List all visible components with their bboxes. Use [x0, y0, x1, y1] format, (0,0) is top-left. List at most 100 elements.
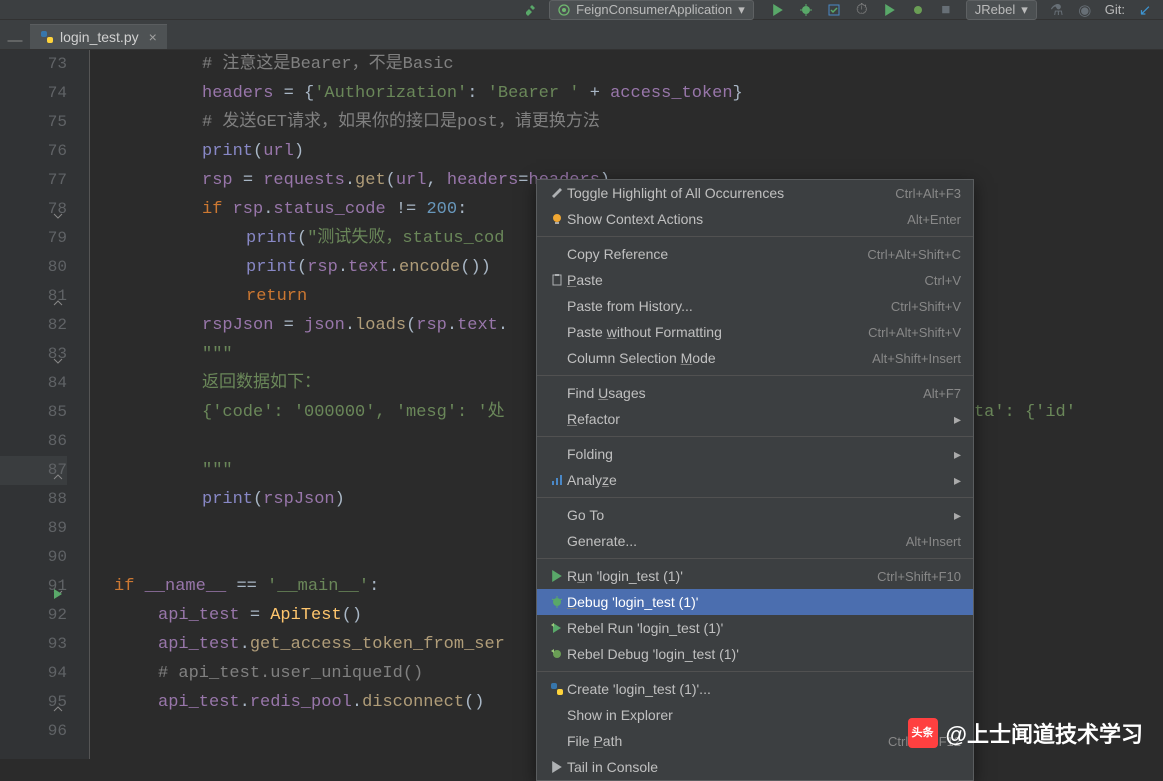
menu-item[interactable]: Refactor▸	[537, 406, 973, 432]
menu-item[interactable]: Show Context ActionsAlt+Enter	[537, 206, 973, 232]
menu-item-label: Rebel Debug 'login_test (1)'	[567, 646, 961, 662]
line-number: 74	[0, 79, 67, 108]
line-number: 78	[0, 195, 67, 224]
menu-item[interactable]: Create 'login_test (1)'...	[537, 676, 973, 702]
tab-filename: login_test.py	[60, 29, 139, 45]
collapse-icon[interactable]: —	[0, 32, 30, 49]
menu-item-label: Run 'login_test (1)'	[567, 568, 877, 584]
menu-shortcut: Alt+Enter	[907, 212, 961, 227]
submenu-arrow-icon: ▸	[954, 472, 961, 489]
menu-item-label: Find Usages	[567, 385, 923, 401]
debug-icon[interactable]	[798, 2, 814, 18]
menu-item[interactable]: Column Selection ModeAlt+Shift+Insert	[537, 345, 973, 371]
menu-shortcut: Ctrl+V	[925, 273, 961, 288]
menu-separator	[537, 436, 973, 437]
jrebel-label: JRebel	[975, 2, 1015, 17]
watermark: 头条 @上士闻道技术学习	[908, 717, 1143, 749]
run-icon[interactable]	[770, 2, 786, 18]
debug-icon	[547, 595, 567, 609]
run-config-selector[interactable]: FeignConsumerApplication ▾	[549, 0, 754, 20]
analyze-icon	[547, 473, 567, 487]
menu-item[interactable]: Folding▸	[537, 441, 973, 467]
hammer-icon[interactable]	[523, 2, 539, 18]
profile-icon[interactable]: ⏱	[854, 2, 870, 18]
context-menu: Toggle Highlight of All OccurrencesCtrl+…	[536, 179, 974, 781]
avatar-icon[interactable]: ◉	[1077, 2, 1093, 18]
submenu-arrow-icon: ▸	[954, 411, 961, 428]
gutter: 7374757677787980818283848586878889909192…	[0, 50, 90, 759]
menu-item[interactable]: Copy ReferenceCtrl+Alt+Shift+C	[537, 241, 973, 267]
menu-item-label: Rebel Run 'login_test (1)'	[567, 620, 961, 636]
fold-icon[interactable]	[53, 290, 63, 300]
run-config-label: FeignConsumerApplication	[576, 2, 732, 17]
rebel-icon	[547, 621, 567, 635]
menu-item-label: Tail in Console	[567, 759, 961, 775]
line-number: 87	[0, 456, 67, 485]
menu-separator	[537, 375, 973, 376]
coverage-icon[interactable]	[826, 2, 842, 18]
menu-item-label: Show Context Actions	[567, 211, 907, 227]
menu-item-label: Folding	[567, 446, 954, 462]
menu-item[interactable]: Run 'login_test (1)'Ctrl+Shift+F10	[537, 563, 973, 589]
run-icon	[547, 570, 567, 582]
menu-shortcut: Alt+F7	[923, 386, 961, 401]
line-number: 92	[0, 601, 67, 630]
menu-item[interactable]: Find UsagesAlt+F7	[537, 380, 973, 406]
line-number: 75	[0, 108, 67, 137]
git-update-icon[interactable]: ↙	[1137, 2, 1153, 18]
menu-item[interactable]: Go To▸	[537, 502, 973, 528]
menu-item[interactable]: Toggle Highlight of All OccurrencesCtrl+…	[537, 180, 973, 206]
rebel-debug-icon[interactable]	[910, 2, 926, 18]
menu-item[interactable]: Paste without FormattingCtrl+Alt+Shift+V	[537, 319, 973, 345]
line-number: 91	[0, 572, 67, 601]
fold-icon[interactable]	[53, 348, 63, 358]
menu-item-label: Copy Reference	[567, 246, 867, 262]
menu-shortcut: Ctrl+Shift+V	[891, 299, 961, 314]
menu-item[interactable]: Paste from History...Ctrl+Shift+V	[537, 293, 973, 319]
line-number: 81	[0, 282, 67, 311]
menu-item-label: Create 'login_test (1)'...	[567, 681, 961, 697]
menu-shortcut: Alt+Shift+Insert	[872, 351, 961, 366]
line-number: 76	[0, 137, 67, 166]
menu-item[interactable]: Generate...Alt+Insert	[537, 528, 973, 554]
menu-item-label: Show in Explorer	[567, 707, 961, 723]
fold-icon[interactable]	[53, 696, 63, 706]
close-icon[interactable]: ×	[149, 29, 157, 45]
line-number: 82	[0, 311, 67, 340]
fold-icon[interactable]	[53, 203, 63, 213]
line-number: 83	[0, 340, 67, 369]
menu-item[interactable]: PasteCtrl+V	[537, 267, 973, 293]
line-number: 73	[0, 50, 67, 79]
menu-separator	[537, 236, 973, 237]
menu-item[interactable]: Rebel Run 'login_test (1)'	[537, 615, 973, 641]
code-line[interactable]: # 注意这是Bearer，不是Basic	[98, 50, 1163, 79]
line-number: 93	[0, 630, 67, 659]
code-line[interactable]: print(url)	[98, 137, 1163, 166]
line-number: 86	[0, 427, 67, 456]
menu-item[interactable]: Analyze▸	[537, 467, 973, 493]
menu-shortcut: Ctrl+Alt+Shift+C	[867, 247, 961, 262]
line-number: 79	[0, 224, 67, 253]
line-number: 90	[0, 543, 67, 572]
line-number: 80	[0, 253, 67, 282]
line-number: 95	[0, 688, 67, 717]
line-number: 96	[0, 717, 67, 746]
flask-icon[interactable]: ⚗	[1049, 2, 1065, 18]
menu-item[interactable]: Tail in Console	[537, 754, 973, 780]
menu-separator	[537, 671, 973, 672]
menu-item[interactable]: Rebel Debug 'login_test (1)'	[537, 641, 973, 667]
menu-shortcut: Ctrl+Alt+Shift+V	[868, 325, 961, 340]
rebel-run-icon[interactable]	[882, 2, 898, 18]
code-line[interactable]: headers = {'Authorization': 'Bearer ' + …	[98, 79, 1163, 108]
line-number: 89	[0, 514, 67, 543]
jrebel-selector[interactable]: JRebel ▾	[966, 0, 1037, 20]
editor-tabs: — login_test.py ×	[0, 20, 1163, 50]
tab-login-test[interactable]: login_test.py ×	[30, 24, 167, 49]
fold-icon[interactable]	[53, 464, 63, 474]
menu-separator	[537, 497, 973, 498]
watermark-text: @上士闻道技术学习	[946, 717, 1143, 749]
code-line[interactable]: # 发送GET请求，如果你的接口是post，请更换方法	[98, 108, 1163, 137]
line-number: 94	[0, 659, 67, 688]
menu-item[interactable]: Debug 'login_test (1)'	[537, 589, 973, 615]
bulb-icon	[547, 212, 567, 226]
